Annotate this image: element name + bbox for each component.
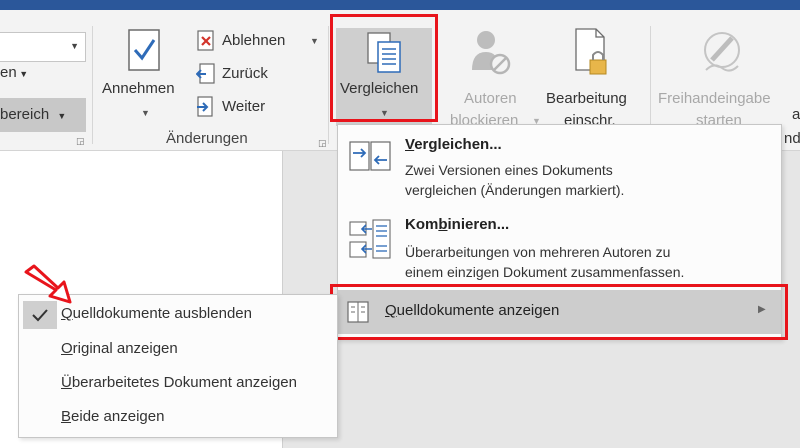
- menu-combine-desc-2: einem einzigen Dokument zusammenfassen.: [405, 264, 685, 280]
- submenu-label: Quelldokumente ausblenden: [61, 305, 252, 322]
- title-bar: [0, 0, 800, 10]
- ink-start-label-1: Freihandeingabe: [658, 90, 771, 107]
- submenu-item-show-both[interactable]: Beide anzeigen: [19, 400, 337, 434]
- block-authors-icon: [468, 26, 512, 78]
- previous-button[interactable]: Zurück: [222, 65, 268, 82]
- group-divider: [92, 26, 93, 144]
- clipped-label-a: a: [792, 106, 800, 123]
- annotation-arrow-icon: [22, 262, 78, 306]
- submenu-label: Original anzeigen: [61, 340, 178, 357]
- left-item-label[interactable]: en: [0, 64, 17, 81]
- chevron-down-icon: ▼: [57, 111, 67, 121]
- clipped-label-nd: nd: [784, 130, 800, 147]
- restrict-editing-label-1[interactable]: Bearbeitung: [546, 90, 627, 107]
- dialog-launcher-icon[interactable]: ◲: [318, 138, 327, 149]
- dialog-launcher-icon[interactable]: ◲: [76, 136, 85, 147]
- next-icon[interactable]: [196, 96, 216, 118]
- menu-compare-title: Vergleichen...: [405, 136, 502, 153]
- menu-compare-desc-2: vergleichen (Änderungen markiert).: [405, 182, 625, 198]
- submenu-item-show-original[interactable]: Original anzeigen: [19, 332, 337, 366]
- submenu-label: Überarbeitetes Dokument anzeigen: [61, 374, 297, 391]
- ink-pen-icon: [700, 28, 744, 76]
- highlight-box: [330, 14, 438, 122]
- group-divider: [328, 26, 329, 144]
- left-area-label: bereich: [0, 106, 50, 123]
- highlight-box: [330, 284, 788, 340]
- source-documents-submenu: Quelldokumente ausblenden Original anzei…: [18, 294, 338, 438]
- chevron-down-icon[interactable]: ▼: [310, 36, 319, 46]
- combine-documents-icon: [348, 218, 392, 262]
- previous-icon[interactable]: [195, 63, 216, 85]
- block-authors-label-1: Autoren: [464, 90, 517, 107]
- chevron-down-icon[interactable]: ▼: [141, 108, 150, 118]
- submenu-label: Beide anzeigen: [61, 408, 165, 425]
- accept-icon[interactable]: [122, 26, 166, 78]
- menu-compare-desc-1: Zwei Versionen eines Dokuments: [405, 162, 613, 178]
- style-dropdown[interactable]: ▼: [0, 32, 86, 62]
- reject-button[interactable]: Ablehnen: [222, 32, 285, 49]
- chevron-down-icon: ▼: [16, 69, 29, 79]
- reject-icon[interactable]: [196, 30, 216, 52]
- menu-combine-desc-1: Überarbeitungen von mehreren Autoren zu: [405, 244, 671, 260]
- compare-versions-icon: [348, 140, 392, 174]
- restrict-editing-icon[interactable]: [572, 26, 612, 78]
- menu-combine-title: Kombinieren...: [405, 216, 510, 233]
- next-button[interactable]: Weiter: [222, 98, 265, 115]
- chevron-down-icon: ▼: [70, 41, 79, 51]
- submenu-item-show-revised[interactable]: Überarbeitetes Dokument anzeigen: [19, 366, 337, 400]
- accept-button[interactable]: Annehmen: [102, 80, 175, 97]
- changes-group-label: Änderungen: [166, 130, 248, 147]
